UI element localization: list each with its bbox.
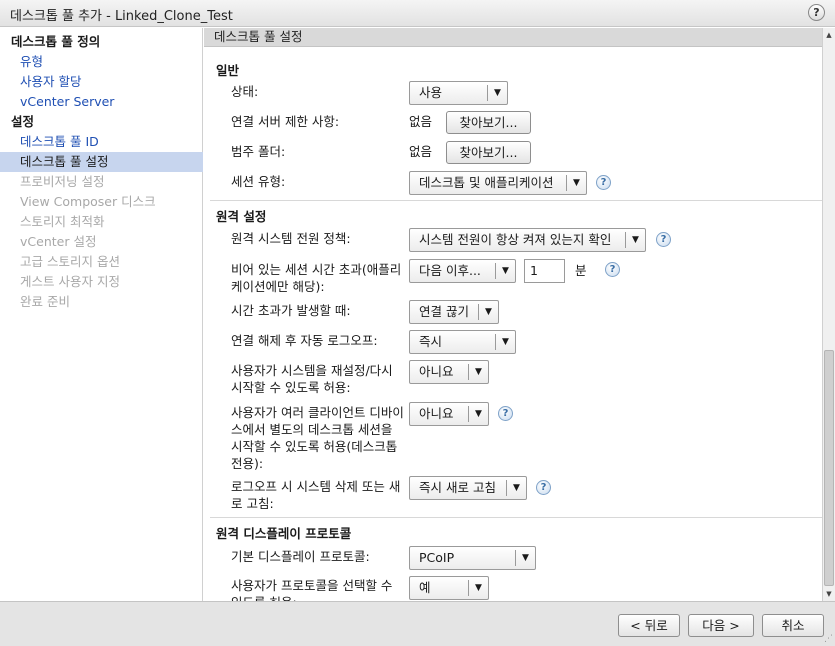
category-folder-browse-button[interactable]: 찾아보기... — [446, 141, 531, 164]
refresh-on-logoff-value: 즉시 새로 고침 — [419, 480, 496, 495]
help-icon[interactable]: ? — [605, 262, 620, 277]
help-icon[interactable]: ? — [498, 406, 513, 421]
session-type-value: 데스크톱 및 애플리케이션 — [419, 175, 554, 190]
session-type-label: 세션 유형: — [231, 174, 286, 189]
chevron-down-icon: ▼ — [468, 364, 488, 380]
state-dropdown[interactable]: 사용 ▼ — [409, 81, 508, 105]
settings-panel: 데스크톱 풀 설정 일반 상태: 사용 ▼ 연결 서버 제한 사항: 없음 찾아… — [204, 28, 822, 601]
chevron-down-icon: ▼ — [625, 232, 645, 248]
on-timeout-dropdown[interactable]: 연결 끊기 ▼ — [409, 300, 499, 324]
default-protocol-value: PCoIP — [419, 550, 455, 565]
idle-timeout-unit: 분 — [575, 263, 587, 278]
scroll-down-arrow-icon[interactable]: ▼ — [824, 588, 834, 600]
chevron-down-icon: ▼ — [468, 580, 488, 596]
idle-timeout-label: 비어 있는 세션 시간 초과(애플리케이션에만 해당): — [231, 262, 402, 294]
title-bar: 데스크톱 풀 추가 - Linked_Clone_Test ? — [0, 0, 835, 27]
connection-restriction-value: 없음 — [409, 114, 433, 129]
auto-logoff-dropdown[interactable]: 즉시 ▼ — [409, 330, 516, 354]
sidebar-item-vcenter-server[interactable]: vCenter Server — [0, 92, 203, 112]
sidebar-item-guest-customization: 게스트 사용자 지정 — [20, 274, 120, 289]
default-protocol-dropdown[interactable]: PCoIP ▼ — [409, 546, 536, 570]
allow-protocol-choice-dropdown[interactable]: 예 ▼ — [409, 576, 489, 600]
window-title: 데스크톱 풀 추가 - Linked_Clone_Test — [10, 9, 233, 24]
sidebar-item-pool-id[interactable]: 데스크톱 풀 ID — [0, 132, 203, 152]
multi-session-value: 아니요 — [419, 406, 454, 421]
connection-restriction-label: 연결 서버 제한 사항: — [231, 114, 340, 129]
idle-timeout-minutes-input[interactable]: 1 — [524, 259, 565, 283]
help-icon[interactable]: ? — [656, 232, 671, 247]
state-label: 상태: — [231, 84, 259, 99]
sidebar-item-ready-to-complete: 완료 준비 — [20, 294, 70, 309]
refresh-on-logoff-dropdown[interactable]: 즉시 새로 고침 ▼ — [409, 476, 527, 500]
sidebar-item-advanced-storage: 고급 스토리지 옵션 — [20, 254, 120, 269]
section-title-general: 일반 — [216, 63, 240, 78]
multi-session-label: 사용자가 여러 클라이언트 디바이스에서 별도의 데스크톱 세션을 시작할 수 … — [231, 405, 404, 471]
allow-protocol-choice-value: 예 — [419, 580, 431, 595]
panel-header: 데스크톱 풀 설정 — [204, 28, 822, 47]
sidebar-item-user-assignment[interactable]: 사용자 할당 — [0, 72, 203, 92]
section-divider — [210, 517, 822, 518]
allow-reset-dropdown[interactable]: 아니요 ▼ — [409, 360, 489, 384]
scroll-up-arrow-icon[interactable]: ▲ — [824, 29, 834, 41]
next-button[interactable]: 다음 > — [688, 614, 754, 637]
help-icon[interactable]: ? — [808, 4, 825, 21]
on-timeout-label: 시간 초과가 발생할 때: — [231, 303, 351, 318]
idle-timeout-dropdown[interactable]: 다음 이후... ▼ — [409, 259, 516, 283]
power-policy-value: 시스템 전원이 항상 켜져 있는지 확인 — [419, 232, 612, 247]
chevron-down-icon: ▼ — [487, 85, 507, 101]
cancel-button[interactable]: 취소 — [762, 614, 824, 637]
scrollbar-thumb[interactable] — [824, 350, 834, 586]
chevron-down-icon: ▼ — [495, 334, 515, 350]
session-type-dropdown[interactable]: 데스크톱 및 애플리케이션 ▼ — [409, 171, 587, 195]
sidebar-item-vcenter-settings: vCenter 설정 — [20, 234, 97, 249]
power-policy-label: 원격 시스템 전원 정책: — [231, 231, 351, 246]
section-title-remote: 원격 설정 — [216, 209, 267, 224]
chevron-down-icon: ▼ — [515, 550, 535, 566]
chevron-down-icon: ▼ — [506, 480, 526, 496]
multi-session-dropdown[interactable]: 아니요 ▼ — [409, 402, 489, 426]
sidebar-item-pool-settings[interactable]: 데스크톱 풀 설정 — [0, 152, 203, 172]
connection-restriction-browse-button[interactable]: 찾아보기... — [446, 111, 531, 134]
on-timeout-value: 연결 끊기 — [419, 304, 469, 319]
section-title-display-protocol: 원격 디스플레이 프로토콜 — [216, 526, 352, 541]
sidebar-item-storage-optimization: 스토리지 최적화 — [20, 214, 105, 229]
auto-logoff-label: 연결 해제 후 자동 로그오프: — [231, 333, 378, 348]
wizard-steps-sidebar: 데스크톱 풀 정의 유형 사용자 할당 vCenter Server 설정 데스… — [0, 28, 203, 601]
refresh-on-logoff-label: 로그오프 시 시스템 삭제 또는 새로 고침: — [231, 479, 401, 511]
power-policy-dropdown[interactable]: 시스템 전원이 항상 켜져 있는지 확인 ▼ — [409, 228, 646, 252]
sidebar-heading-settings: 설정 — [11, 114, 35, 129]
sidebar-item-provisioning: 프로비저닝 설정 — [20, 174, 105, 189]
category-folder-value: 없음 — [409, 144, 433, 159]
resize-grip-icon[interactable]: ⋰ — [824, 634, 833, 644]
sidebar-item-composer-disks: View Composer 디스크 — [20, 194, 156, 209]
help-icon[interactable]: ? — [596, 175, 611, 190]
idle-timeout-value: 다음 이후... — [419, 263, 481, 278]
back-button[interactable]: < 뒤로 — [618, 614, 680, 637]
allow-reset-value: 아니요 — [419, 364, 454, 379]
default-protocol-label: 기본 디스플레이 프로토콜: — [231, 549, 370, 564]
content-scrollbar[interactable]: ▲ ▼ — [822, 28, 835, 601]
help-icon[interactable]: ? — [536, 480, 551, 495]
state-value: 사용 — [419, 85, 443, 100]
allow-reset-label: 사용자가 시스템을 재설정/다시 시작할 수 있도록 허용: — [231, 363, 393, 395]
chevron-down-icon: ▼ — [478, 304, 498, 320]
chevron-down-icon: ▼ — [495, 263, 515, 279]
category-folder-label: 범주 폴더: — [231, 144, 286, 159]
allow-protocol-choice-label: 사용자가 프로토콜을 선택할 수 있도록 허용: — [231, 578, 393, 601]
chevron-down-icon: ▼ — [468, 406, 488, 422]
auto-logoff-value: 즉시 — [419, 334, 443, 349]
sidebar-item-type[interactable]: 유형 — [0, 52, 203, 72]
section-divider — [210, 200, 822, 201]
chevron-down-icon: ▼ — [566, 175, 586, 191]
sidebar-heading-pool-definition: 데스크톱 풀 정의 — [11, 34, 101, 49]
wizard-footer: < 뒤로 다음 > 취소 ⋰ — [0, 601, 835, 646]
